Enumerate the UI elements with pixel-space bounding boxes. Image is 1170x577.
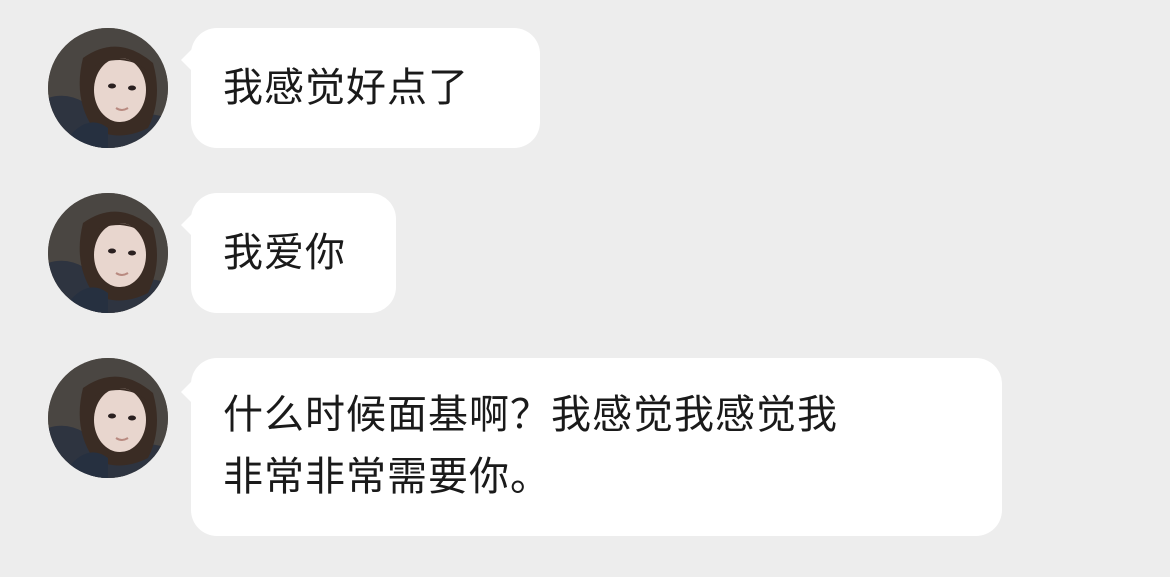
contact-avatar[interactable] — [48, 28, 168, 148]
contact-avatar[interactable] — [48, 358, 168, 478]
bubble-tail — [181, 48, 193, 72]
message-row: 我感觉好点了 — [0, 28, 1170, 148]
message-text: 我爱你 — [223, 230, 346, 276]
message-row: 什么时候面基啊？我感觉我感觉我 非常非常需要你。 — [0, 358, 1170, 536]
contact-avatar[interactable] — [48, 193, 168, 313]
message-text: 我感觉好点了 — [223, 65, 469, 111]
message-row: 我爱你 — [0, 193, 1170, 313]
avatar-photo — [48, 358, 168, 478]
message-text: 什么时候面基啊？我感觉我感觉我 非常非常需要你。 — [223, 392, 838, 500]
avatar-photo — [48, 28, 168, 148]
message-bubble[interactable]: 什么时候面基啊？我感觉我感觉我 非常非常需要你。 — [181, 358, 1002, 536]
bubble-tail — [181, 213, 193, 237]
bubble-tail — [181, 380, 193, 404]
message-bubble[interactable]: 我感觉好点了 — [181, 28, 540, 148]
avatar-photo — [48, 193, 168, 313]
message-bubble[interactable]: 我爱你 — [181, 193, 396, 313]
